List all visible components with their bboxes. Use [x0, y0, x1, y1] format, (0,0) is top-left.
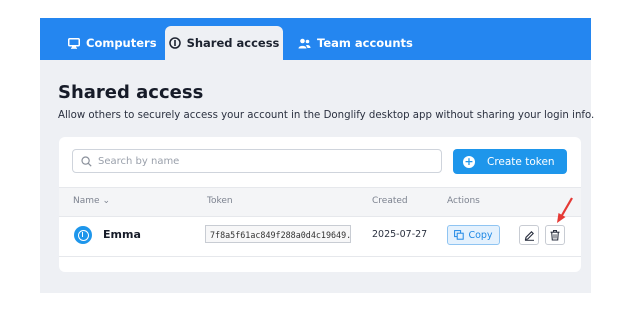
shared-access-panel: Computers Shared access Team accounts Sh…	[40, 18, 595, 293]
tokens-card: Search by name + Create token Name ⌄ Tok…	[59, 137, 581, 272]
users-icon	[298, 38, 311, 49]
page-description: Allow others to securely access your acc…	[58, 110, 595, 121]
tab-shared-access-label: Shared access	[186, 36, 280, 50]
plus-circle-icon: +	[463, 154, 475, 168]
delete-button[interactable]	[545, 225, 565, 245]
column-name-header[interactable]: Name ⌄	[73, 196, 110, 206]
search-icon	[81, 152, 92, 171]
search-placeholder: Search by name	[98, 155, 180, 167]
trash-icon	[550, 226, 560, 245]
copy-icon	[454, 230, 465, 240]
avatar	[74, 226, 92, 244]
copy-label: Copy	[468, 229, 493, 241]
table-row: Emma 7f8a5f61ac849f288a0d4c19649... 2025…	[59, 216, 581, 257]
monitor-icon	[68, 37, 80, 49]
created-date: 2025-07-27	[372, 229, 428, 240]
column-created-header: Created	[372, 196, 408, 206]
table-header: Name ⌄ Token Created Actions	[59, 187, 581, 217]
shared-access-icon	[168, 37, 181, 49]
token-name: Emma	[103, 228, 141, 241]
token-value[interactable]: 7f8a5f61ac849f288a0d4c19649...	[205, 225, 351, 243]
edit-button[interactable]	[519, 225, 539, 245]
create-token-label: Create token	[487, 155, 555, 168]
tab-computers[interactable]: Computers	[68, 26, 157, 60]
chevron-down-icon: ⌄	[102, 196, 110, 206]
create-token-button[interactable]: + Create token	[453, 149, 567, 174]
tab-bar: Computers Shared access Team accounts	[40, 18, 591, 60]
column-actions-header: Actions	[447, 196, 480, 206]
copy-button[interactable]: Copy	[447, 225, 500, 245]
red-arrow-annotation	[548, 196, 576, 228]
tab-shared-access[interactable]: Shared access	[165, 26, 283, 60]
tab-computers-label: Computers	[86, 36, 157, 50]
tab-team-accounts-label: Team accounts	[317, 36, 413, 50]
page-title: Shared access	[58, 82, 204, 103]
search-input[interactable]: Search by name	[72, 149, 442, 173]
column-token-header: Token	[207, 196, 233, 206]
tab-team-accounts[interactable]: Team accounts	[298, 26, 413, 60]
pencil-icon	[524, 226, 535, 245]
